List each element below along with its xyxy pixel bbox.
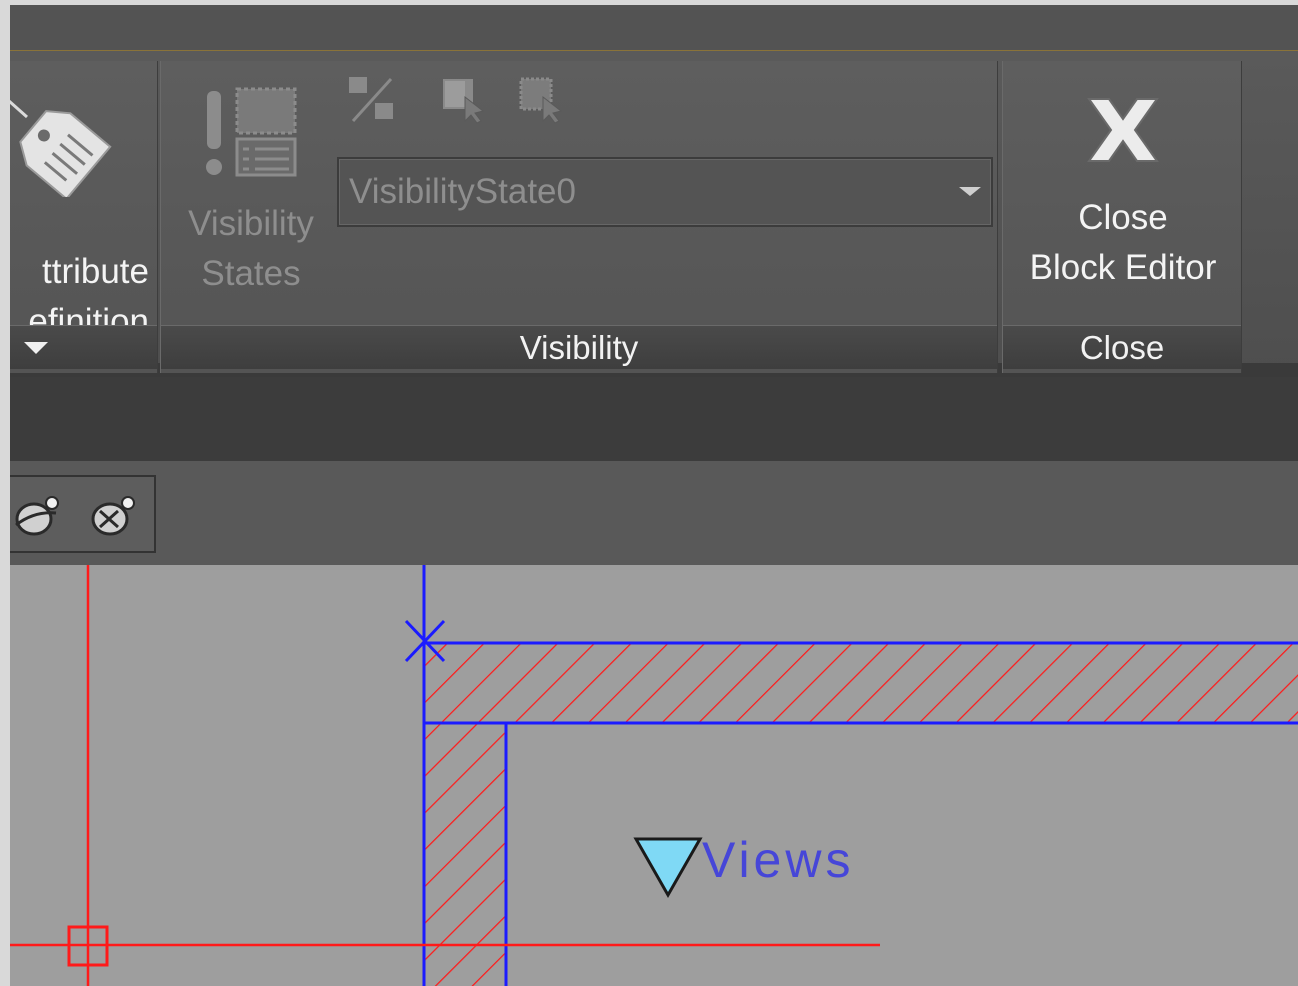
drawing-canvas[interactable]: Views <box>10 565 1298 986</box>
visibility-states-button[interactable]: Visibility States <box>171 77 321 307</box>
visibility-panel: Visibility States VisibilityState0 Visib… <box>160 61 998 373</box>
drawing-geometry <box>10 565 1298 986</box>
close-panel-title: Close <box>1003 325 1241 369</box>
orbit-tool-group <box>10 475 156 553</box>
chevron-down-icon <box>24 342 48 354</box>
toggle-visibility-icon[interactable] <box>347 75 397 125</box>
close-panel: Close Block Editor Close <box>1002 61 1242 373</box>
ribbon: ttribute efinition Visibility States Vis… <box>10 51 1298 425</box>
tag-icon <box>10 99 112 197</box>
attribute-panel: ttribute efinition <box>10 61 158 373</box>
free-orbit-icon[interactable] <box>88 491 138 541</box>
make-invisible-icon[interactable] <box>517 75 567 125</box>
close-button-label-1: Close <box>1078 198 1168 237</box>
visibility-states-label-2: States <box>201 254 301 293</box>
ribbon-tab-bar <box>10 5 1298 51</box>
wall-hatch-horizontal <box>424 643 1298 723</box>
wall-hatch-vertical <box>424 723 506 986</box>
visibility-state-select[interactable]: VisibilityState0 <box>337 157 993 227</box>
visibility-state-value: VisibilityState0 <box>349 172 576 211</box>
views-label[interactable]: Views <box>702 831 854 889</box>
chevron-down-icon <box>959 187 981 196</box>
close-button-label-2: Block Editor <box>1029 248 1217 287</box>
close-block-editor-button[interactable]: Close Block Editor <box>1003 81 1243 311</box>
file-tab-strip <box>10 377 1298 461</box>
visibility-states-label-1: Visibility <box>188 204 314 243</box>
attribute-definition-label-1: ttribute <box>42 252 149 291</box>
make-visible-icon[interactable] <box>439 75 489 125</box>
visibility-states-icon <box>206 87 297 177</box>
view-marker-icon[interactable] <box>633 837 703 899</box>
visibility-panel-title: Visibility <box>161 325 997 369</box>
close-icon <box>1087 98 1159 162</box>
orbit-icon[interactable] <box>12 491 62 541</box>
block-editor-window: ttribute efinition Visibility States Vis… <box>10 5 1298 986</box>
block-editor-toolbar <box>10 461 1298 565</box>
attribute-panel-expander[interactable] <box>10 325 157 369</box>
